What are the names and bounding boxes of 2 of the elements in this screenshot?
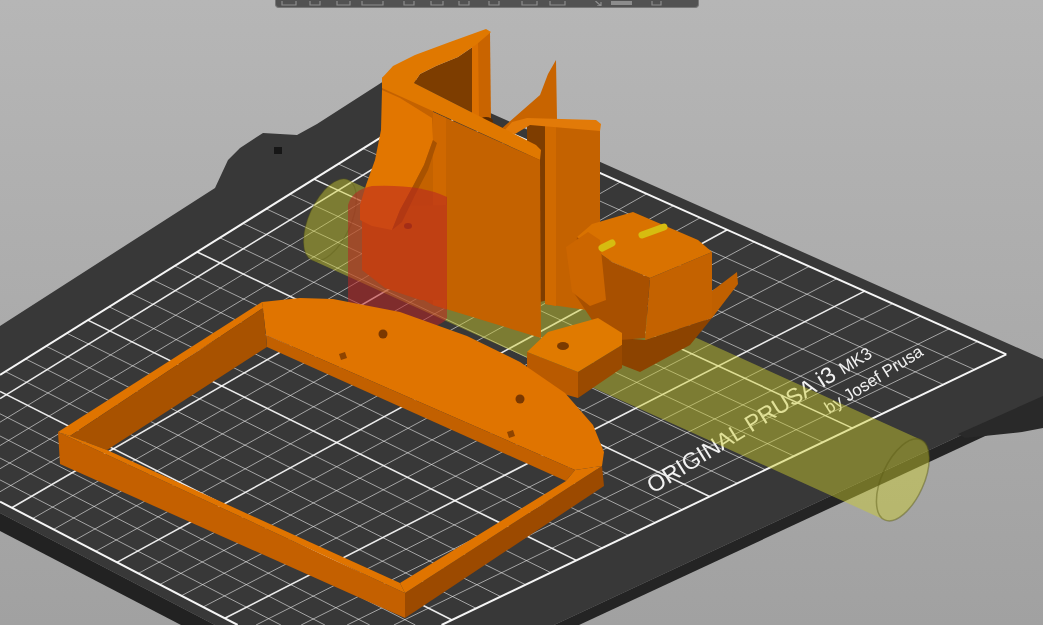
arrow-icon[interactable] [595, 1, 602, 6]
rectangle-icon[interactable] [611, 1, 632, 6]
